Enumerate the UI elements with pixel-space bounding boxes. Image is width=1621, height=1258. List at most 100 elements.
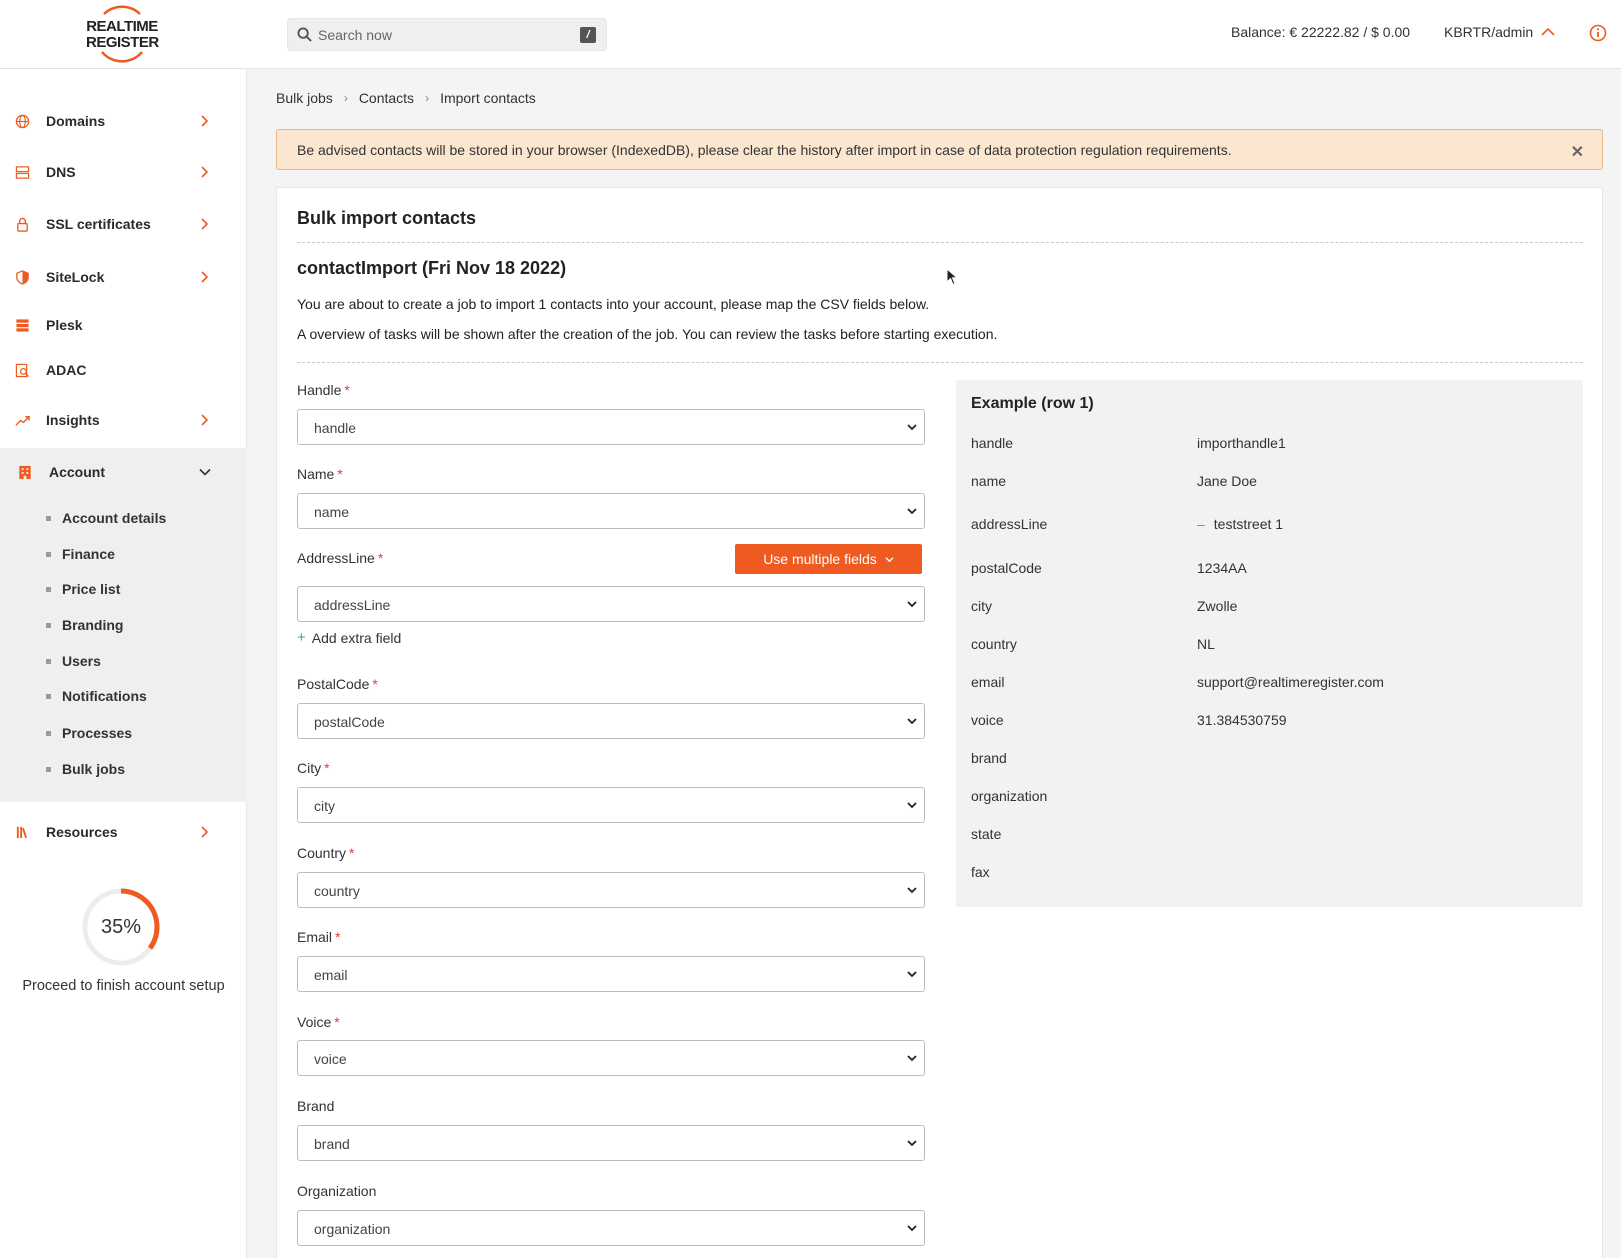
setup-progress-percent: 35% xyxy=(100,915,142,938)
example-value: 31.384530759 xyxy=(1197,712,1287,728)
sidebar-subitem-processes[interactable]: Processes xyxy=(46,721,132,745)
chevron-down-icon xyxy=(885,556,894,562)
example-value: Jane Doe xyxy=(1197,473,1257,489)
example-key: city xyxy=(971,598,992,614)
example-key: email xyxy=(971,674,1005,690)
sidebar-item-domains[interactable]: Domains xyxy=(0,101,247,141)
example-value: teststreet 1 xyxy=(1213,516,1284,532)
sidebar-subitem-users[interactable]: Users xyxy=(46,649,101,673)
sidebar-item-resources[interactable]: Resources xyxy=(0,812,247,852)
label-text: Country xyxy=(297,845,347,861)
info-icon[interactable] xyxy=(1589,24,1607,42)
select-postalcode[interactable]: postalCode xyxy=(297,703,925,739)
required-mark: * xyxy=(377,550,384,566)
select-addressline[interactable]: addressLine xyxy=(297,586,925,622)
chevron-down-icon xyxy=(907,718,917,725)
required-mark: * xyxy=(335,929,341,945)
select-value: name xyxy=(314,504,350,520)
sidebar-item-ssl-certificates[interactable]: SSL certificates xyxy=(0,204,247,244)
example-key: voice xyxy=(971,712,1004,728)
sidebar-subitem-price-list[interactable]: Price list xyxy=(46,577,120,601)
required-mark: * xyxy=(334,1014,340,1030)
select-email[interactable]: email xyxy=(297,956,925,992)
lock-icon xyxy=(14,216,30,232)
select-value: voice xyxy=(314,1051,347,1067)
use-multiple-fields-button[interactable]: Use multiple fields xyxy=(735,544,922,574)
chevron-down-icon xyxy=(907,971,917,978)
books-icon xyxy=(14,824,30,840)
sidebar-subitem-bulk-jobs[interactable]: Bulk jobs xyxy=(46,757,125,781)
mouse-cursor-icon xyxy=(946,268,958,286)
field-label-voice: Voice * xyxy=(297,1014,340,1030)
required-mark: * xyxy=(344,382,350,398)
select-name[interactable]: name xyxy=(297,493,925,529)
example-key: addressLine xyxy=(971,516,1048,532)
close-icon[interactable]: ✕ xyxy=(1571,142,1584,162)
setup-prompt[interactable]: Proceed to finish account setup xyxy=(0,978,247,994)
sidebar-item-insights[interactable]: Insights xyxy=(0,400,247,440)
trend-icon xyxy=(14,412,30,428)
chevron-down-icon xyxy=(907,1055,917,1062)
example-value: support@realtimeregister.com xyxy=(1197,674,1384,690)
sidebar-item-label: Account xyxy=(49,464,105,480)
breadcrumb-separator-icon: › xyxy=(343,91,348,105)
label-text: PostalCode xyxy=(297,676,370,692)
select-value: email xyxy=(314,967,348,983)
field-label-postalcode: PostalCode * xyxy=(297,676,378,692)
select-value: organization xyxy=(314,1221,391,1237)
example-key: handle xyxy=(971,435,1014,451)
search-input[interactable] xyxy=(318,19,568,50)
user-name: KBRTR/admin xyxy=(1444,24,1534,40)
required-mark: * xyxy=(337,466,343,482)
import-description: You are about to create a job to import … xyxy=(297,296,930,312)
chevron-down-icon xyxy=(907,601,917,608)
chevron-down-icon xyxy=(199,468,211,476)
example-row-panel: Example (row 1) handle importhandle1 nam… xyxy=(956,380,1583,907)
search-box[interactable]: / xyxy=(287,18,607,51)
example-value: NL xyxy=(1197,636,1215,652)
select-value: handle xyxy=(314,420,357,436)
realtime-register-logo[interactable]: REALTIME REGISTER xyxy=(86,4,159,66)
sidebar-item-label: Plesk xyxy=(46,317,83,333)
example-value-list: – teststreet 1 xyxy=(1197,516,1283,532)
sidebar-item-dns[interactable]: DNS xyxy=(0,152,247,192)
select-city[interactable]: city xyxy=(297,787,925,823)
add-extra-field-button[interactable]: + Add extra field xyxy=(297,629,401,646)
logo-text-line1: REALTIME xyxy=(86,18,158,35)
sidebar-subitem-branding[interactable]: Branding xyxy=(46,613,123,637)
field-label-organization: Organization xyxy=(297,1183,376,1199)
sidebar-item-label: Resources xyxy=(46,824,118,840)
sidebar-subitem-notifications[interactable]: Notifications xyxy=(46,684,147,708)
divider xyxy=(297,242,1583,243)
sidebar-subitem-finance[interactable]: Finance xyxy=(46,542,115,566)
select-organization[interactable]: organization xyxy=(297,1210,925,1246)
required-mark: * xyxy=(349,845,355,861)
field-label-handle: Handle * xyxy=(297,382,350,398)
field-label-email: Email * xyxy=(297,929,340,945)
setup-progress-ring[interactable]: 35% xyxy=(80,886,162,968)
sidebar-item-label: ADAC xyxy=(46,362,87,378)
select-handle[interactable]: handle xyxy=(297,409,925,445)
sidebar-subitem-account-details[interactable]: Account details xyxy=(46,506,166,530)
select-country[interactable]: country xyxy=(297,872,925,908)
chevron-up-icon xyxy=(1541,27,1555,36)
logo-text-line2: REGISTER xyxy=(86,34,159,51)
chevron-down-icon xyxy=(907,887,917,894)
sidebar-item-adac[interactable]: ADAC xyxy=(0,350,247,390)
sidebar-item-account[interactable]: Account xyxy=(0,452,247,492)
field-label-country: Country * xyxy=(297,845,354,861)
select-brand[interactable]: brand xyxy=(297,1125,925,1161)
list-dash-icon: – xyxy=(1197,516,1205,532)
chevron-right-icon xyxy=(201,166,208,178)
breadcrumb-contacts[interactable]: Contacts xyxy=(359,90,414,106)
select-voice[interactable]: voice xyxy=(297,1040,925,1076)
search-icon xyxy=(297,27,312,42)
sidebar-item-plesk[interactable]: Plesk xyxy=(0,305,247,345)
sidebar-item-sitelock[interactable]: SiteLock xyxy=(0,257,247,297)
chevron-right-icon xyxy=(201,218,208,230)
chevron-right-icon xyxy=(201,826,208,838)
example-key: state xyxy=(971,826,1002,842)
breadcrumb-bulk-jobs[interactable]: Bulk jobs xyxy=(276,90,333,106)
chevron-right-icon xyxy=(201,115,208,127)
user-menu[interactable]: KBRTR/admin xyxy=(1444,24,1555,40)
